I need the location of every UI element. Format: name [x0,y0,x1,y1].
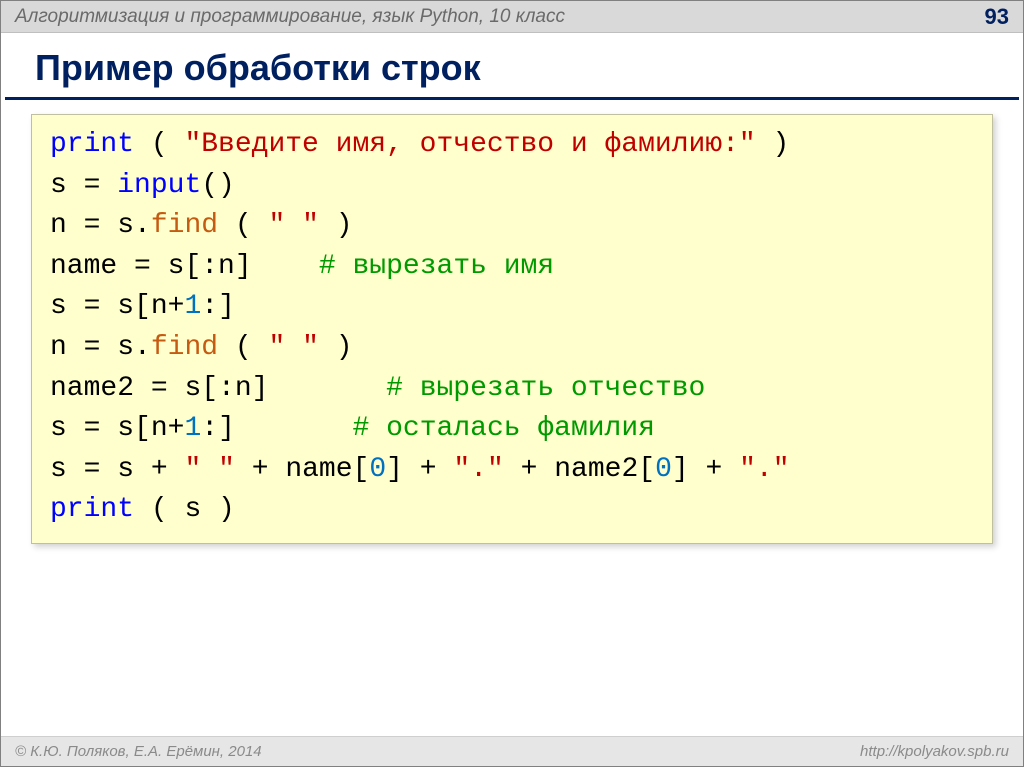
t: ( [134,129,184,160]
str-space: " " [184,454,234,485]
t: s [50,291,67,322]
t: . [134,210,151,241]
section-title: Пример обработки строк [5,33,1019,100]
t: ) [319,210,353,241]
t: = [134,373,184,404]
t: s [50,413,67,444]
t: () [201,170,235,201]
page-number: 93 [985,4,1009,30]
t: = [67,332,117,363]
t: ) [201,494,235,525]
t: n [50,332,67,363]
t: . [134,332,151,363]
t: ) [756,129,790,160]
str-space: " " [269,210,319,241]
kw-input: input [117,170,201,201]
t: s [50,454,67,485]
num-zero: 0 [655,454,672,485]
num-zero: 0 [369,454,386,485]
t: = [67,291,117,322]
course-title: Алгоритмизация и программирование, язык … [15,6,985,28]
code-block: print ( "Введите имя, отчество и фамилию… [31,114,993,544]
t: + [504,454,554,485]
t: [ [638,454,655,485]
t: = [67,210,117,241]
t: name [285,454,352,485]
t: + [689,454,739,485]
t: s [184,494,201,525]
t: name [50,251,117,282]
t: = [67,413,117,444]
slide: Алгоритмизация и программирование, язык … [0,0,1024,767]
t: s [117,454,134,485]
t: ) [319,332,353,363]
t: [n+ [134,291,184,322]
t: s [117,413,134,444]
fn-find: find [151,332,218,363]
t: = [117,251,167,282]
t: [:n] [201,373,268,404]
str-dot: "." [453,454,503,485]
header-bar: Алгоритмизация и программирование, язык … [1,1,1023,33]
kw-print: print [50,494,134,525]
t: s [50,170,67,201]
t: [:n] [184,251,251,282]
t: + [134,454,184,485]
t: s [184,373,201,404]
cmt-patr: # вырезать отчество [386,373,705,404]
num-one: 1 [184,413,201,444]
t: :] [201,413,235,444]
cmt-last: # осталась фамилия [353,413,655,444]
t: = [67,454,117,485]
t: ] [672,454,689,485]
t: = [67,170,117,201]
t: name2 [554,454,638,485]
kw-print: print [50,129,134,160]
pad [268,373,386,404]
t: ( [134,494,184,525]
str-prompt: "Введите имя, отчество и фамилию:" [184,129,755,160]
footer-url: http://kpolyakov.spb.ru [860,743,1009,760]
footer: © К.Ю. Поляков, Е.А. Ерёмин, 2014 http:/… [1,736,1023,766]
pad [252,251,319,282]
t: :] [201,291,235,322]
t: ( [218,210,268,241]
t: s [168,251,185,282]
t: s [117,332,134,363]
footer-copyright: © К.Ю. Поляков, Е.А. Ерёмин, 2014 [15,743,860,760]
num-one: 1 [184,291,201,322]
t: n [50,210,67,241]
pad [235,413,353,444]
t: s [117,210,134,241]
cmt-name: # вырезать имя [319,251,554,282]
t: [ [353,454,370,485]
t: + [403,454,453,485]
t: ] [386,454,403,485]
str-dot: "." [739,454,789,485]
t: + [235,454,285,485]
t: ( [218,332,268,363]
str-space: " " [269,332,319,363]
t: s [117,291,134,322]
t: [n+ [134,413,184,444]
t: name2 [50,373,134,404]
fn-find: find [151,210,218,241]
